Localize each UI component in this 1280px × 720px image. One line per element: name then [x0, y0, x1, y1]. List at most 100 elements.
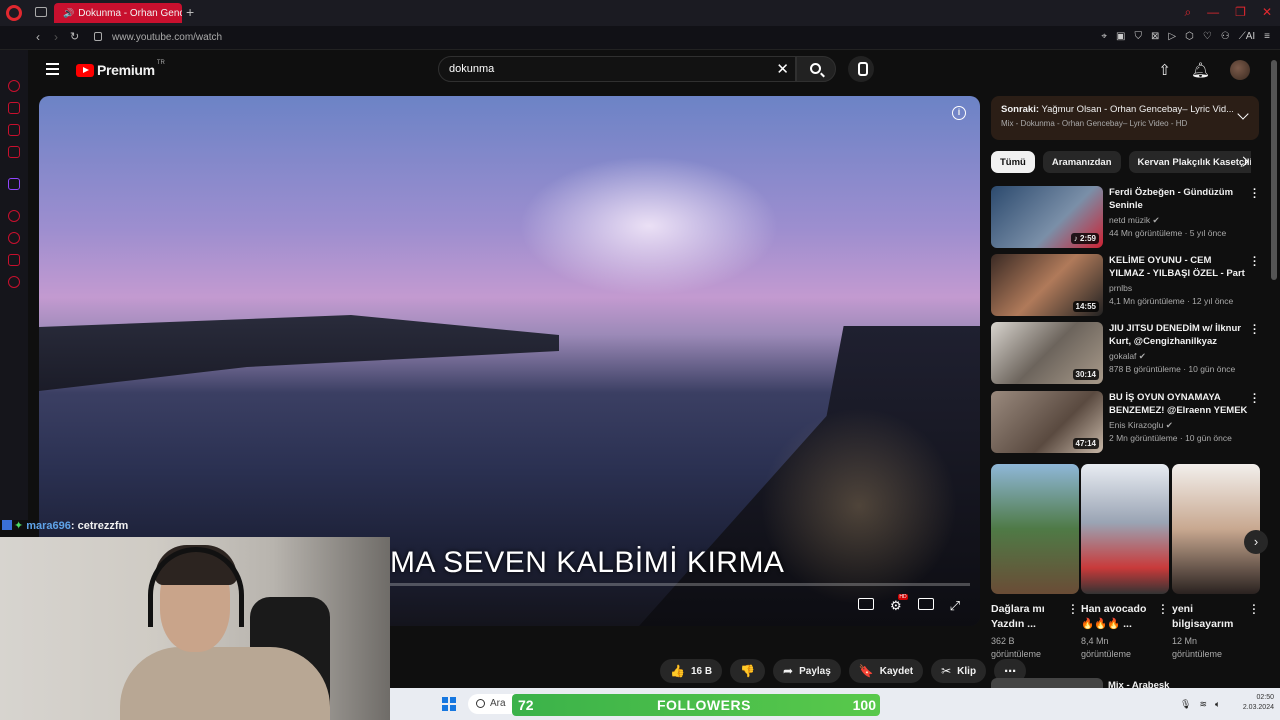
- messenger-icon[interactable]: [8, 80, 20, 92]
- instagram-icon[interactable]: [8, 124, 20, 136]
- short-title[interactable]: yeni bilgisayarım: [1172, 602, 1242, 632]
- short-item[interactable]: yeni bilgisayarım 12 Mn görüntüleme · · ·: [1172, 464, 1260, 661]
- list-item[interactable]: 14:55 KELİME OYUNU - CEM YILMAZ - YILBAŞ…: [991, 253, 1261, 316]
- video-thumbnail[interactable]: ♪ 2:59: [991, 186, 1103, 248]
- vk-icon[interactable]: [8, 146, 20, 158]
- chip-all[interactable]: Tümü: [991, 151, 1035, 173]
- shield-icon[interactable]: ⛉: [1134, 31, 1142, 42]
- url-field[interactable]: www.youtube.com/watch: [112, 32, 222, 43]
- account-icon[interactable]: ⚇: [1221, 31, 1230, 42]
- short-title[interactable]: Han avocado 🔥🔥🔥 ...: [1081, 602, 1151, 632]
- save-button[interactable]: 🔖 Kaydet: [848, 659, 924, 683]
- minimize-button[interactable]: —: [1207, 5, 1219, 20]
- video-thumbnail[interactable]: 14:55: [991, 254, 1103, 316]
- forward-button[interactable]: ›: [54, 30, 58, 44]
- like-button[interactable]: 👍 16 B: [660, 659, 723, 683]
- chevron-down-icon[interactable]: [1237, 108, 1249, 120]
- chip-channel[interactable]: Kervan Plakçılık Kasetçilik: [1128, 151, 1251, 173]
- short-thumbnail[interactable]: [1081, 464, 1169, 594]
- windows-start-icon[interactable]: [442, 697, 456, 711]
- avatar[interactable]: [1230, 60, 1250, 80]
- player-controls: ⚙ ⤢: [857, 594, 960, 614]
- video-thumbnail[interactable]: [991, 678, 1103, 688]
- more-options-icon[interactable]: · · ·: [1253, 185, 1257, 204]
- short-thumbnail[interactable]: [991, 464, 1079, 594]
- twitch-icon[interactable]: [8, 178, 20, 190]
- upload-icon[interactable]: ⇧: [1158, 61, 1171, 79]
- video-thumbnail[interactable]: 47:14: [991, 391, 1103, 453]
- dislike-button[interactable]: 👎: [730, 659, 766, 683]
- channel-name[interactable]: netd müzik ✔: [1109, 215, 1160, 226]
- video-thumbnail[interactable]: 30:14: [991, 322, 1103, 384]
- volume-icon[interactable]: 🔈︎: [1215, 699, 1220, 710]
- list-item[interactable]: 30:14 JIU JITSU DENEDİM w/ İlknur Kurt, …: [991, 321, 1261, 384]
- notifications-bell-icon[interactable]: 🔔︎: [1191, 61, 1210, 79]
- hamburger-menu-icon[interactable]: [46, 63, 59, 78]
- channel-name[interactable]: Enis Kirazoglu ✔: [1109, 420, 1173, 431]
- channel-name[interactable]: gokalaf ✔: [1109, 351, 1146, 362]
- video-title[interactable]: BU İŞ OYUN OYNAMAYA BENZEMEZ! @Elraenn Y…: [1109, 391, 1249, 417]
- more-options-icon[interactable]: · · ·: [1253, 321, 1257, 340]
- back-button[interactable]: ‹: [36, 30, 40, 44]
- more-options-icon[interactable]: · · ·: [1071, 601, 1075, 620]
- chip-from-search[interactable]: Aramanızdan: [1042, 151, 1121, 173]
- more-options-icon[interactable]: · · ·: [1252, 601, 1256, 620]
- list-item[interactable]: ♪ 2:59 Ferdi Özbeğen - Gündüzüm Seninle …: [991, 185, 1261, 248]
- search-tabs-icon[interactable]: ⌕: [1184, 5, 1191, 20]
- short-title[interactable]: Dağlara mı Yazdın ...: [991, 602, 1061, 632]
- short-thumbnail[interactable]: [1172, 464, 1260, 594]
- shoreline-left: [39, 315, 559, 391]
- close-button[interactable]: ✕: [1262, 5, 1272, 20]
- fullscreen-icon[interactable]: ⤢: [950, 598, 960, 614]
- short-item[interactable]: Han avocado 🔥🔥🔥 ... 8,4 Mn görüntüleme ·…: [1081, 464, 1169, 661]
- youtube-logo[interactable]: Premium TR: [76, 60, 165, 78]
- channel-name[interactable]: prnlbs: [1109, 283, 1132, 293]
- heart-icon[interactable]: ♡: [1203, 31, 1212, 42]
- video-title[interactable]: JIU JITSU DENEDİM w/ İlknur Kurt, @Cengi…: [1109, 322, 1249, 348]
- progress-bar[interactable]: [390, 583, 970, 586]
- more-options-icon[interactable]: · · ·: [1161, 601, 1165, 620]
- player-icon[interactable]: ▷: [1168, 31, 1176, 42]
- more-options-icon[interactable]: · · ·: [1253, 390, 1257, 409]
- new-tab-button[interactable]: +: [186, 4, 194, 20]
- video-title[interactable]: Ferdi Özbeğen - Gündüzüm Seninle: [1109, 186, 1249, 212]
- video-title[interactable]: KELİME OYUNU - CEM YILMAZ - YILBAŞI ÖZEL…: [1109, 254, 1249, 280]
- clip-button[interactable]: ✂ Klip: [931, 659, 987, 683]
- system-clock[interactable]: 02:50 2.03.2024: [1243, 693, 1274, 713]
- history-icon[interactable]: [8, 232, 20, 244]
- workspace-icon[interactable]: [35, 7, 47, 17]
- short-item[interactable]: Dağlara mı Yazdın ... 362 B görüntüleme …: [991, 464, 1079, 661]
- downloads-icon[interactable]: [8, 254, 20, 266]
- short-views: 362 B görüntüleme: [991, 636, 1042, 659]
- info-icon[interactable]: i: [952, 106, 966, 120]
- wifi-icon[interactable]: ≋: [1199, 699, 1207, 710]
- settings-gear-icon[interactable]: ⚙: [890, 594, 908, 614]
- more-options-icon[interactable]: · · ·: [1253, 253, 1257, 272]
- up-next-banner[interactable]: Sonraki: Yağmur Olsan - Orhan Gencebay– …: [991, 96, 1259, 140]
- scrollbar[interactable]: [1271, 60, 1277, 280]
- clear-search-icon[interactable]: ✕: [776, 60, 789, 78]
- settings-icon[interactable]: [8, 276, 20, 288]
- theater-mode-icon[interactable]: [917, 598, 934, 610]
- subtitles-icon[interactable]: [857, 598, 874, 610]
- share-button[interactable]: ➦ Paylaş: [773, 659, 841, 683]
- mic-icon[interactable]: 🎙︎: [1180, 699, 1191, 710]
- opera-logo-icon[interactable]: [6, 5, 22, 21]
- search-input[interactable]: dokunma ✕: [438, 56, 796, 82]
- voice-search-button[interactable]: [848, 56, 874, 82]
- list-item[interactable]: 47:14 BU İŞ OYUN OYNAMAYA BENZEMEZ! @Elr…: [991, 390, 1261, 453]
- snapshot-icon[interactable]: ▣: [1116, 31, 1125, 42]
- shorts-next-button[interactable]: ›: [1244, 530, 1268, 554]
- video-actions: 👍 16 B 👎 ➦ Paylaş 🔖 Kaydet ✂ Klip ⋯: [660, 659, 1027, 683]
- save-icon[interactable]: ⊠: [1151, 31, 1159, 42]
- browser-tab-active[interactable]: 🔊 Dokunma - Orhan Genc: [54, 3, 182, 23]
- maximize-button[interactable]: ❐: [1235, 5, 1246, 20]
- menu-icon[interactable]: ≡: [1264, 31, 1270, 42]
- ai-icon[interactable]: ⟋AI: [1239, 31, 1255, 42]
- player-icon[interactable]: [8, 210, 20, 222]
- pin-icon[interactable]: ⌖: [1101, 31, 1107, 42]
- cube-icon[interactable]: ⬡: [1185, 31, 1194, 42]
- search-button[interactable]: [796, 56, 836, 82]
- reload-button[interactable]: ↻: [70, 30, 79, 43]
- whatsapp-icon[interactable]: [8, 102, 20, 114]
